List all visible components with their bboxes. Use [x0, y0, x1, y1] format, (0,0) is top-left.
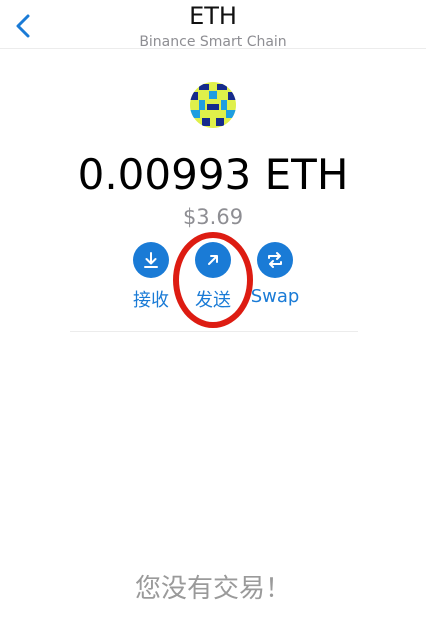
token-balance: 0.00993 ETH: [77, 150, 349, 199]
fiat-balance: $3.69: [182, 205, 244, 229]
receive-icon-circle: [133, 242, 169, 278]
header-divider: [0, 48, 426, 49]
header-bar: ETH Binance Smart Chain: [0, 0, 426, 50]
empty-transactions-message: 您没有交易！: [134, 574, 291, 604]
swap-arrows-icon: [268, 252, 282, 268]
send-icon-circle: [195, 242, 231, 278]
swap-icon-circle: [257, 242, 293, 278]
page-title: ETH: [189, 2, 237, 30]
arrow-up-right-icon: [208, 255, 218, 265]
download-arrow-icon: [144, 252, 158, 268]
token-identicon: [190, 82, 236, 128]
section-divider: [70, 331, 358, 332]
identicon-icon: [190, 82, 236, 128]
swap-button[interactable]: Swap: [235, 242, 315, 307]
swap-label: Swap: [250, 286, 300, 307]
